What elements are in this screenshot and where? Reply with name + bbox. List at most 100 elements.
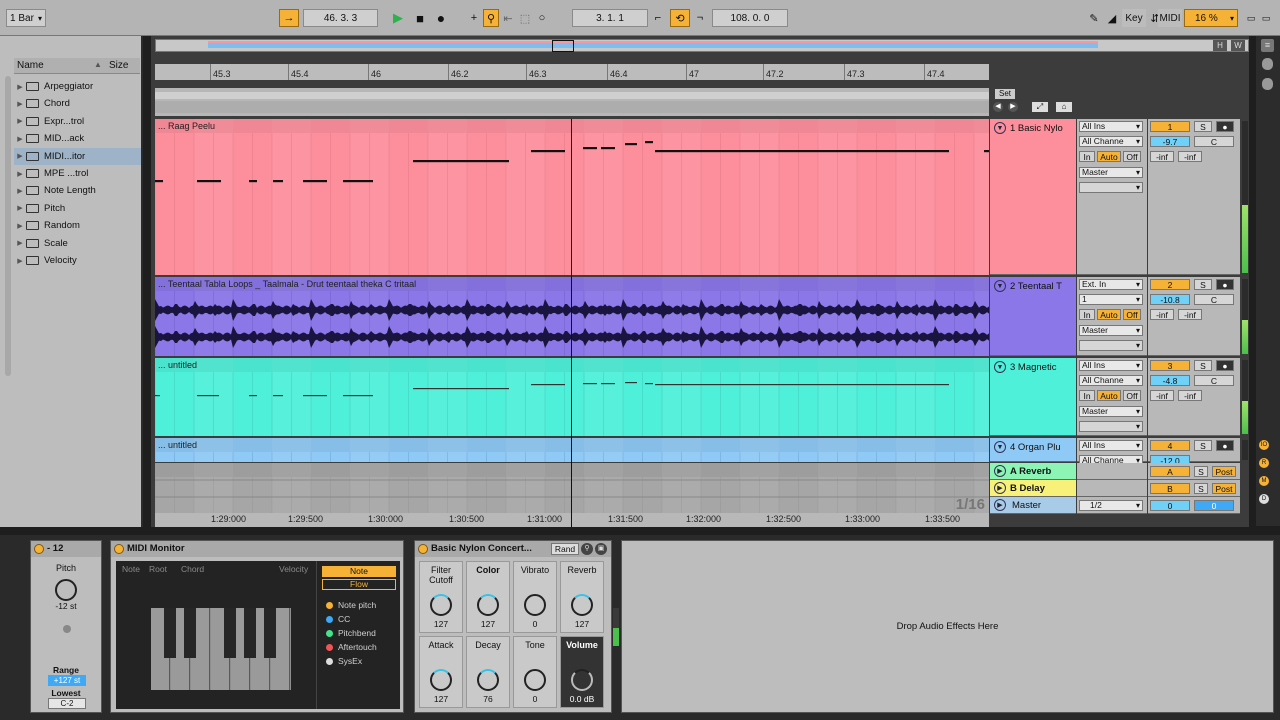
rand-button[interactable]: Rand bbox=[551, 543, 579, 555]
solo-button[interactable]: S bbox=[1194, 360, 1212, 371]
track-2-clip[interactable]: ... Teentaal Tabla Loops _ Taalmala - Dr… bbox=[155, 277, 989, 356]
track-name[interactable]: 1 Basic Nylo bbox=[1010, 123, 1063, 134]
monitor-in-button[interactable]: In bbox=[1079, 309, 1095, 320]
locator-bar[interactable] bbox=[155, 88, 989, 116]
h-button[interactable]: H bbox=[1213, 40, 1227, 51]
track-header[interactable]: ▼ 2 Teentaal T bbox=[990, 277, 1076, 356]
macro-knob[interactable] bbox=[571, 669, 593, 691]
macro-knob[interactable] bbox=[430, 669, 452, 691]
browser-item[interactable]: ▶ MPE ...trol bbox=[14, 165, 141, 182]
pencil-icon[interactable]: ✎ bbox=[1086, 9, 1102, 27]
track-1-clip[interactable]: ... Raag Peelu bbox=[155, 119, 989, 275]
volume-value[interactable]: -9.7 bbox=[1150, 136, 1190, 147]
name-column-header[interactable]: Name bbox=[17, 60, 44, 71]
track-activator[interactable]: 1 bbox=[1150, 121, 1190, 132]
track-name[interactable]: 3 Magnetic bbox=[1010, 362, 1056, 373]
set-locator-button[interactable]: Set bbox=[995, 89, 1015, 99]
arm-icon[interactable]: ● bbox=[1216, 360, 1234, 371]
expand-arrow-icon[interactable]: ▶ bbox=[14, 257, 26, 265]
output-select[interactable]: Master bbox=[1079, 325, 1143, 336]
expand-arrow-icon[interactable]: ▶ bbox=[14, 100, 26, 108]
size-column-header[interactable]: Size bbox=[109, 60, 128, 71]
overdub-icon[interactable]: + bbox=[466, 9, 482, 27]
fold-icon[interactable]: ▼ bbox=[994, 361, 1006, 373]
follow-icon[interactable]: → bbox=[279, 9, 299, 27]
browser-item[interactable]: ▶ Scale bbox=[14, 235, 141, 252]
back-to-arrangement-icon[interactable]: ⇤ bbox=[500, 9, 516, 27]
pitch-knob[interactable] bbox=[55, 579, 77, 601]
audio-effects-drop-area[interactable]: Drop Audio Effects Here bbox=[621, 540, 1274, 713]
time-ruler[interactable]: 1:29:000 1:29:500 1:30:000 1:30:500 1:31:000… bbox=[155, 513, 989, 527]
note-mode-button[interactable]: Note bbox=[322, 566, 396, 577]
toggle-dot[interactable] bbox=[63, 625, 71, 633]
power-icon[interactable] bbox=[114, 544, 124, 554]
track-header[interactable]: ▼ 3 Magnetic bbox=[990, 358, 1076, 436]
w-button[interactable]: W bbox=[1231, 40, 1245, 51]
macro-control[interactable]: Reverb 127 bbox=[560, 561, 604, 633]
browser-item[interactable]: ▶ Note Length bbox=[14, 182, 141, 199]
output-sub-select[interactable] bbox=[1079, 182, 1143, 193]
key-map-button[interactable]: Key bbox=[1122, 9, 1146, 27]
beat-time-ruler[interactable]: 45.3 45.4 46 46.2 46.3 46.4 47 47.2 47.3 47.4 bbox=[155, 64, 989, 80]
browser-item[interactable]: ▶ Expr...trol bbox=[14, 113, 141, 130]
loop-start[interactable]: 3. 1. 1 bbox=[572, 9, 648, 27]
returns-toggle-icon[interactable]: R bbox=[1259, 458, 1269, 468]
monitor-off-button[interactable]: Off bbox=[1123, 309, 1141, 320]
input-type-select[interactable]: All Ins bbox=[1079, 440, 1143, 451]
macro-knob[interactable] bbox=[430, 594, 452, 616]
monitor-in-button[interactable]: In bbox=[1079, 151, 1095, 162]
macro-control[interactable]: Filter Cutoff 127 bbox=[419, 561, 463, 633]
input-type-select[interactable]: Ext. In bbox=[1079, 279, 1143, 290]
save-icon[interactable]: ▣ bbox=[595, 543, 607, 555]
scrub-area[interactable] bbox=[155, 101, 989, 113]
monitor-in-button[interactable]: In bbox=[1079, 390, 1095, 401]
mixer-toggle-icon[interactable]: M bbox=[1259, 476, 1269, 486]
return-name[interactable]: B Delay bbox=[1010, 483, 1045, 494]
solo-button[interactable]: S bbox=[1194, 121, 1212, 132]
macro-control[interactable]: Vibrato 0 bbox=[513, 561, 557, 633]
monitor-auto-button[interactable]: Auto bbox=[1097, 390, 1121, 401]
solo-button[interactable]: S bbox=[1194, 483, 1208, 494]
track-name[interactable]: 2 Teentaal T bbox=[1010, 281, 1062, 292]
loop-brace[interactable] bbox=[155, 92, 989, 99]
prev-locator-icon[interactable]: ◀ bbox=[993, 102, 1003, 112]
macro-control[interactable]: Tone 0 bbox=[513, 636, 557, 708]
quantize-select[interactable]: 1 Bar ▾ bbox=[6, 9, 46, 27]
solo-button[interactable]: S bbox=[1194, 279, 1212, 290]
track-name[interactable]: 4 Organ Plu bbox=[1010, 442, 1061, 453]
browser-item[interactable]: ▶ Random bbox=[14, 217, 141, 234]
monitor-off-button[interactable]: Off bbox=[1123, 390, 1141, 401]
range-value[interactable]: +127 st bbox=[48, 675, 86, 686]
record-icon[interactable]: ● bbox=[433, 9, 449, 27]
macro-knob[interactable] bbox=[524, 669, 546, 691]
browser-item[interactable]: ▶ Arpeggiator bbox=[14, 78, 141, 95]
capture-icon[interactable]: ⬚ bbox=[517, 9, 533, 27]
input-channel-select[interactable]: All Channe bbox=[1079, 136, 1143, 147]
output-select[interactable]: Master bbox=[1079, 167, 1143, 178]
return-track-header[interactable]: ▶ A Reverb bbox=[990, 463, 1076, 480]
browser-item[interactable]: ▶ Pitch bbox=[14, 200, 141, 217]
lock-icon[interactable]: ⌂ bbox=[1056, 102, 1072, 112]
volume-value[interactable]: -4.8 bbox=[1150, 375, 1190, 386]
expand-arrow-icon[interactable]: ▶ bbox=[14, 135, 26, 143]
return-play-icon[interactable]: ▶ bbox=[994, 465, 1006, 477]
monitor-auto-button[interactable]: Auto bbox=[1097, 151, 1121, 162]
expand-icon[interactable]: ⤢ bbox=[1032, 102, 1048, 112]
return-name[interactable]: A Reverb bbox=[1010, 466, 1051, 477]
fold-icon[interactable]: ▼ bbox=[994, 280, 1006, 292]
pan-value[interactable]: C bbox=[1194, 136, 1234, 147]
track-activator[interactable]: 4 bbox=[1150, 440, 1190, 451]
automation-arm-icon[interactable]: ⚲ bbox=[483, 9, 499, 27]
master-volume[interactable]: 0 bbox=[1194, 500, 1234, 511]
output-sub-select[interactable] bbox=[1079, 421, 1143, 432]
pan-value[interactable]: C bbox=[1194, 294, 1234, 305]
browser-scrollbar[interactable] bbox=[5, 76, 11, 376]
master-play-icon[interactable]: ▶ bbox=[994, 499, 1006, 511]
track-3-clip[interactable]: ... untitled bbox=[155, 358, 989, 436]
expand-arrow-icon[interactable]: ▶ bbox=[14, 204, 26, 212]
next-locator-icon[interactable]: ▶ bbox=[1008, 102, 1018, 112]
midi-map-button[interactable]: MIDI bbox=[1158, 9, 1182, 27]
arm-icon[interactable]: ● bbox=[1216, 440, 1234, 451]
overview-viewport[interactable] bbox=[552, 40, 574, 52]
track-header[interactable]: ▼ 4 Organ Plu bbox=[990, 438, 1076, 462]
